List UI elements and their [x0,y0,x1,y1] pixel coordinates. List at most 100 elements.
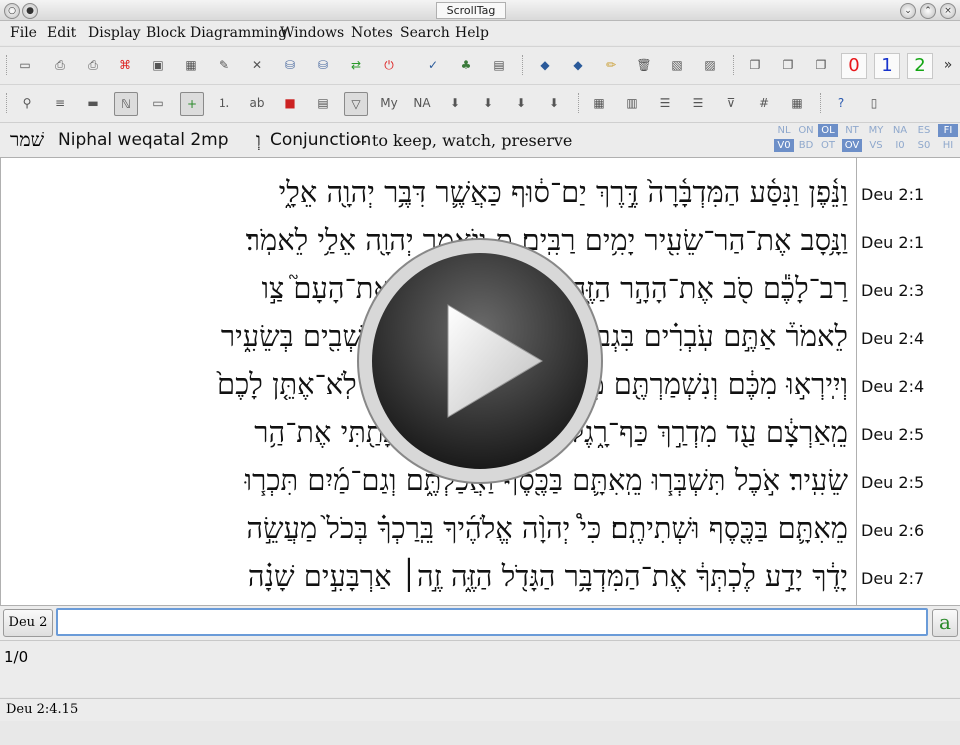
nas-icon[interactable]: NA [411,92,433,114]
menu-file[interactable]: File [10,25,37,41]
outline2-icon[interactable]: ☰ [687,92,709,114]
verse-ref[interactable]: Deu 2:7 [861,569,924,588]
verse-ref[interactable]: Deu 2:6 [861,521,924,540]
menu-edit[interactable]: Edit [47,25,76,41]
copy-doc-icon[interactable]: ❐ [777,54,799,76]
mode-v0[interactable]: V0 [774,139,794,152]
menu-help[interactable]: Help [455,25,489,41]
print-preview-icon[interactable]: ⎙ [82,54,104,76]
table-icon[interactable]: ▦ [588,92,610,114]
verse-ref[interactable]: Deu 2:4 [861,329,924,348]
menu-block-diagramming[interactable]: Block Diagramming [146,25,287,41]
close-icon[interactable]: × [940,3,956,19]
book-icon[interactable]: ▯ [863,92,885,114]
verse-ref[interactable]: Deu 2:1 [861,233,924,252]
color-mark-icon[interactable]: ■ [279,92,301,114]
table3-icon[interactable]: ▦ [786,92,808,114]
mode-vs[interactable]: VS [866,139,886,152]
verse-ref[interactable]: Deu 2:1 [861,185,924,204]
verse-ref[interactable]: Deu 2:5 [861,473,924,492]
power-icon[interactable]: ⏻ [378,54,400,76]
mode-on[interactable]: ON [796,124,816,137]
verse-ref[interactable]: Deu 2:5 [861,425,924,444]
print-icon[interactable]: ⎙ [49,54,71,76]
magic-wand-icon[interactable]: ✎ [213,54,235,76]
mode-ov[interactable]: OV [842,139,862,152]
copy-page-icon[interactable]: ❐ [810,54,832,76]
numbered-list-icon[interactable]: ⒈ [213,92,235,114]
mode-na[interactable]: NA [890,124,910,137]
maximize-icon[interactable]: ⌃ [920,3,936,19]
bookmark-icon[interactable]: ◆ [534,54,556,76]
mode-bd[interactable]: BD [796,139,816,152]
arrow-down3-icon[interactable]: ⬇ [510,92,532,114]
search-go-button[interactable]: a [932,609,958,637]
word-select-icon[interactable]: ℕ [114,92,138,116]
text-line[interactable]: וַנֵּ֫פֶן וַנִּסַּ֫ע הַמִּדְבָּ֫רָה֙ דֶּ… [21,170,848,214]
mode-nt[interactable]: NT [842,124,862,137]
text-icon[interactable]: ▤ [312,92,334,114]
verse-ref[interactable]: Deu 2:3 [861,281,924,300]
mode-ot[interactable]: OT [818,139,838,152]
mode-s0[interactable]: S0 [914,139,934,152]
menu-notes[interactable]: Notes [351,25,393,41]
filter-icon[interactable]: ▽ [344,92,368,116]
database-download-icon[interactable]: ⛁ [279,54,301,76]
image-edit-icon[interactable]: ▨ [699,54,721,76]
minimize-icon[interactable]: ⌄ [900,3,916,19]
chart-icon[interactable]: ▦ [180,54,202,76]
filter2-icon[interactable]: ⊽ [720,92,742,114]
pdf-icon[interactable]: ⌘ [114,54,136,76]
menu-windows[interactable]: Windows [280,25,344,41]
ab-icon[interactable]: ab [246,92,268,114]
database-upload-icon[interactable]: ⛁ [312,54,334,76]
verse-ref[interactable]: Deu 2:4 [861,377,924,396]
document-icon[interactable]: ▤ [488,54,510,76]
window-menu-icon[interactable]: ○ [4,3,20,19]
tools-icon[interactable]: ✕ [246,54,268,76]
zoom-icon[interactable]: ⚲ [16,92,38,114]
add-icon[interactable]: + [180,92,204,116]
help-icon[interactable]: ? [830,92,852,114]
sync-icon[interactable]: ⇄ [345,54,367,76]
mode-ol[interactable]: OL [818,124,838,137]
mode-es[interactable]: ES [914,124,934,137]
trash-icon[interactable]: 🗑 [633,54,655,76]
tree-icon[interactable]: ♣ [455,54,477,76]
reference-button[interactable]: Deu 2 [3,609,53,637]
level-0-button[interactable]: 0 [841,53,867,79]
table2-icon[interactable]: ▥ [621,92,643,114]
menu-display[interactable]: Display [88,25,141,41]
mode-i0[interactable]: I0 [890,139,910,152]
list-icon[interactable]: ≡ [49,92,71,114]
play-button-icon[interactable] [352,233,608,489]
mode-fi[interactable]: FI [938,124,958,137]
level-1-button[interactable]: 1 [874,53,900,79]
note-icon[interactable]: ▭ [147,92,169,114]
save-disk-icon[interactable]: ▣ [147,54,169,76]
mode-my[interactable]: MY [866,124,886,137]
arrow-down4-icon[interactable]: ⬇ [543,92,565,114]
mode-hi[interactable]: HI [938,139,958,152]
scroll-icon[interactable]: ▭ [14,54,36,76]
menu-search[interactable]: Search [400,25,450,41]
mode-nl[interactable]: NL [774,124,794,137]
secondary-toolbar: ⚲ ≡ ▬ ℕ ▭ + ⒈ ab ■ ▤ ▽ My NA ⬇ ⬇ ⬇ ⬇ ▦ ▥… [0,84,960,123]
copy-icon[interactable]: ❐ [744,54,766,76]
line-icon[interactable]: ▬ [82,92,104,114]
arrow-down-icon[interactable]: ⬇ [444,92,466,114]
text-line[interactable]: מֵאִתָּ֛ם בַּכֶּ֖סֶף וּשְׁתִיתֶֽם׃ כִּי֩… [21,506,848,550]
outline-icon[interactable]: ☰ [654,92,676,114]
my-icon[interactable]: My [378,92,400,114]
search-input[interactable] [56,608,928,636]
toolbar-overflow-button[interactable]: » [940,54,956,76]
arrow-down2-icon[interactable]: ⬇ [477,92,499,114]
ok-check-icon[interactable]: ✓ [422,54,444,76]
window-shade-icon[interactable]: ● [22,3,38,19]
pencil-icon[interactable]: ✏ [600,54,622,76]
level-2-button[interactable]: 2 [907,53,933,79]
bookmark-add-icon[interactable]: ◆ [567,54,589,76]
grid-icon[interactable]: # [753,92,775,114]
text-line[interactable]: יָדֶ֔ךָ יָדַ֣ע לֶכְתְּךָ֔ אֶת־הַמִּדְבָּ… [21,554,848,598]
image-icon[interactable]: ▧ [666,54,688,76]
